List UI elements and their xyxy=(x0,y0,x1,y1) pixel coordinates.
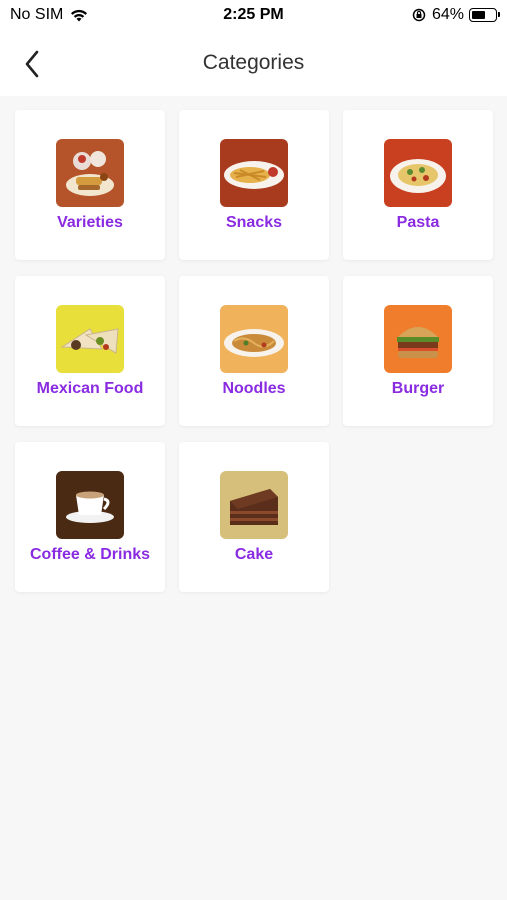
category-label: Cake xyxy=(234,546,274,563)
orientation-lock-icon xyxy=(412,8,426,22)
category-label: Noodles xyxy=(222,380,286,397)
category-label: Burger xyxy=(391,380,445,397)
category-card-cake[interactable]: Cake xyxy=(179,442,329,592)
category-card-coffee-drinks[interactable]: Coffee & Drinks xyxy=(15,442,165,592)
category-label: Snacks xyxy=(225,214,283,231)
varieties-image xyxy=(56,139,124,207)
category-label: Pasta xyxy=(396,214,440,231)
snacks-image xyxy=(220,139,288,207)
category-label: Mexican Food xyxy=(36,380,144,397)
burger-image xyxy=(384,305,452,373)
status-right: 64% xyxy=(412,6,500,24)
battery-fill xyxy=(472,11,485,19)
category-label: Coffee & Drinks xyxy=(29,546,151,563)
mexican-food-image xyxy=(56,305,124,373)
status-bar: No SIM 2:25 PM 64% xyxy=(0,0,507,32)
nav-bar: Categories xyxy=(0,32,507,96)
category-card-pasta[interactable]: Pasta xyxy=(343,110,493,260)
category-card-burger[interactable]: Burger xyxy=(343,276,493,426)
noodles-image xyxy=(220,305,288,373)
battery-icon xyxy=(469,8,500,22)
category-card-noodles[interactable]: Noodles xyxy=(179,276,329,426)
category-label: Varieties xyxy=(57,214,123,231)
cake-image xyxy=(220,471,288,539)
page-title: Categories xyxy=(202,51,305,74)
category-card-snacks[interactable]: Snacks xyxy=(179,110,329,260)
coffee-image xyxy=(56,471,124,539)
battery-percent: 64% xyxy=(431,6,464,23)
category-card-varieties[interactable]: Varieties xyxy=(15,110,165,260)
pasta-image xyxy=(384,139,452,207)
category-card-mexican-food[interactable]: Mexican Food xyxy=(15,276,165,426)
